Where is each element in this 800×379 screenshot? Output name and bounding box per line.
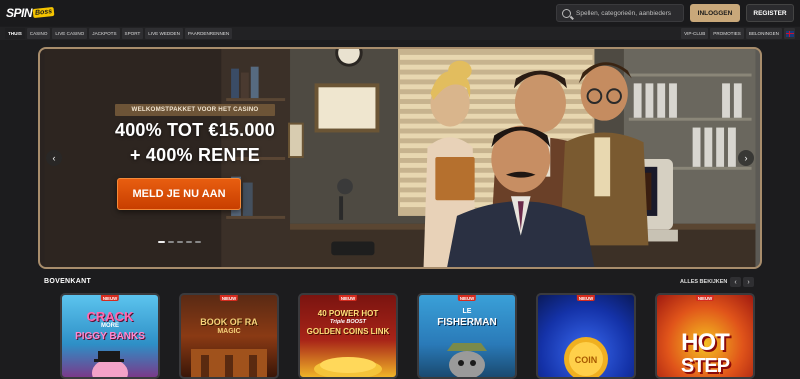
section-title: BOVENKANT	[44, 278, 92, 285]
carousel-dot[interactable]	[168, 241, 174, 243]
game-title: 40 POWER HOT	[317, 309, 379, 318]
search-icon	[562, 8, 571, 18]
nav-item-live-betting[interactable]: LIVE WEDDEN	[145, 28, 183, 39]
hero-title-line-2: + 400% RENTE	[130, 145, 260, 165]
game-subtitle: Triple BOOST	[330, 319, 366, 325]
new-badge: NIEUW	[695, 295, 715, 301]
game-title: COIN	[574, 355, 598, 365]
nav-item-live-casino[interactable]: LIVE CASINO	[52, 28, 88, 39]
piggy-art	[92, 351, 128, 377]
chevron-right-icon[interactable]: ›	[738, 150, 754, 166]
fisherman-art	[447, 343, 487, 377]
nav-left: THUIS CASINO LIVE CASINO JACKPOTS SPORT …	[5, 28, 233, 39]
nav-item-casino[interactable]: CASINO	[26, 28, 51, 39]
nav-bar: THUIS CASINO LIVE CASINO JACKPOTS SPORT …	[0, 27, 800, 40]
carousel-dot[interactable]	[177, 241, 183, 243]
view-all-link[interactable]: ALLES BEKIJKEN	[680, 279, 727, 285]
login-button[interactable]: INLOGGEN	[690, 4, 740, 22]
chevron-right-icon[interactable]: ›	[743, 277, 754, 287]
game-title: HOT	[681, 329, 730, 356]
game-subtitle: MAGIC	[217, 328, 241, 335]
game-tile[interactable]: NIEUW HOT STEP	[655, 293, 755, 379]
coin-art	[564, 337, 608, 377]
games-row: NIEUW CRACK MORE PIGGY BANKS NIEUW BOOK …	[60, 293, 800, 379]
nav-item-promotions[interactable]: PROMOTIES	[710, 28, 744, 39]
carousel-dot[interactable]	[158, 241, 165, 243]
logo[interactable]: SPIN Boss	[6, 4, 55, 21]
game-title: BOOK OF RA	[200, 317, 258, 327]
carousel-dot[interactable]	[186, 241, 192, 243]
game-subtitle: FISHERMAN	[437, 317, 497, 328]
hero-title-line-1: 400% TOT €15.000	[115, 120, 275, 140]
nav-item-vip-club[interactable]: VIP-CLUB	[681, 28, 709, 39]
nav-right: VIP-CLUB PROMOTIES BELONINGEN	[681, 28, 795, 39]
game-title: CRACK	[86, 309, 134, 324]
nav-item-sport[interactable]: SPORT	[121, 28, 144, 39]
language-flag-icon[interactable]	[784, 28, 795, 39]
nav-item-rewards[interactable]: BELONINGEN	[745, 28, 782, 39]
game-subtitle: PIGGY BANKS	[75, 331, 145, 342]
game-title: LE	[462, 308, 472, 315]
register-button[interactable]: REGISTER	[746, 4, 794, 22]
game-subtitle: GOLDEN COINS LINK	[306, 327, 390, 336]
new-badge: NIEUW	[457, 295, 477, 301]
chevron-left-icon[interactable]: ‹	[46, 150, 62, 166]
carousel-dot[interactable]	[195, 241, 201, 243]
signup-cta-button[interactable]: MELD JE NU AAN	[117, 178, 241, 210]
new-badge: NIEUW	[338, 295, 358, 301]
game-subtitle: STEP	[680, 355, 730, 377]
hero-banner[interactable]: WELKOMSTPAKKET VOOR HET CASINO 400% TOT …	[38, 47, 762, 269]
nav-item-horse-racing[interactable]: PAARDENRENNEN	[184, 28, 233, 39]
chevron-left-icon[interactable]: ‹	[730, 277, 741, 287]
new-badge: NIEUW	[219, 295, 239, 301]
game-tile[interactable]: NIEUW LE FISHERMAN	[417, 293, 517, 379]
game-tile[interactable]: NIEUW COIN	[536, 293, 636, 379]
game-tile[interactable]: NIEUW BOOK OF RA MAGIC	[179, 293, 279, 379]
logo-text: SPIN	[6, 5, 33, 20]
game-tile[interactable]: NIEUW CRACK MORE PIGGY BANKS	[60, 293, 160, 379]
carousel-dots	[158, 241, 201, 243]
hero-label: WELKOMSTPAKKET VOOR HET CASINO	[115, 104, 275, 116]
game-tile[interactable]: NIEUW 40 POWER HOT Triple BOOST GOLDEN C…	[298, 293, 398, 379]
nav-item-jackpots[interactable]: JACKPOTS	[89, 28, 120, 39]
coins-art	[314, 357, 382, 377]
temple-art	[191, 349, 267, 377]
top-bar: SPIN Boss INLOGGEN REGISTER	[0, 0, 800, 26]
logo-badge: Boss	[32, 6, 55, 19]
search-input[interactable]	[576, 9, 683, 17]
new-badge: NIEUW	[100, 295, 120, 301]
search-box[interactable]	[556, 4, 684, 22]
new-badge: NIEUW	[576, 295, 596, 301]
nav-item-home[interactable]: THUIS	[5, 28, 25, 39]
game-subtitle: MORE	[101, 323, 119, 329]
